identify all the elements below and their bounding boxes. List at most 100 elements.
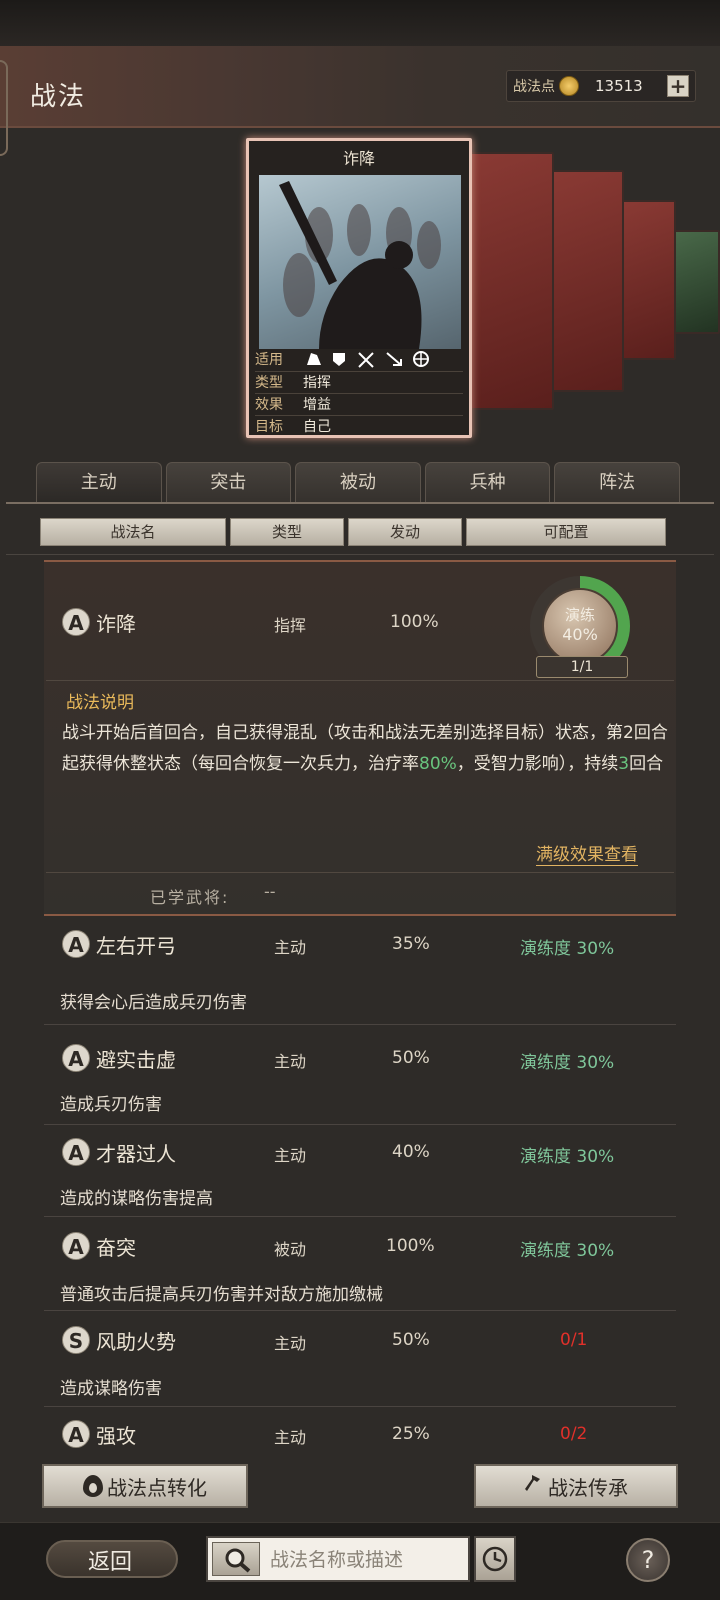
- skill-rate: 40%: [392, 1142, 430, 1162]
- card-row-value: 指挥: [303, 375, 331, 391]
- page-title: 战法: [30, 82, 87, 112]
- skill-rate: 50%: [392, 1048, 430, 1068]
- skill-name: 诈降: [96, 612, 136, 636]
- column-header-trigger[interactable]: 发动: [348, 518, 462, 546]
- grade-badge: S: [62, 1326, 90, 1354]
- skill-rate: 35%: [392, 934, 430, 954]
- skill-rate: 100%: [390, 612, 439, 632]
- card-row-effect: 效果 增益: [255, 393, 463, 415]
- divider: [44, 1310, 676, 1311]
- flame-icon: [83, 1475, 103, 1497]
- divider: [46, 872, 674, 873]
- clock-icon: [482, 1546, 508, 1572]
- practice-percent: 40%: [562, 625, 598, 644]
- inherit-skill-button[interactable]: 战法传承: [474, 1464, 678, 1508]
- card-row-key: 效果: [255, 397, 283, 413]
- card-row-type: 类型 指挥: [255, 371, 463, 393]
- skill-type: 主动: [274, 1428, 307, 1447]
- tab-formation[interactable]: 阵法: [554, 462, 680, 502]
- tab-assault[interactable]: 突击: [165, 462, 292, 502]
- learned-generals-value: --: [264, 882, 276, 901]
- skill-rate: 100%: [386, 1236, 435, 1256]
- skill-type: 主动: [274, 938, 307, 957]
- search-input[interactable]: [270, 1546, 464, 1574]
- top-band: [0, 0, 720, 46]
- unit-type-icons: [303, 349, 443, 371]
- duration-turns: 3: [618, 754, 630, 774]
- skill-rate: 50%: [392, 1330, 430, 1350]
- add-points-button[interactable]: +: [667, 75, 689, 97]
- skill-name: 左右开弓: [96, 934, 176, 958]
- skill-rate: 25%: [392, 1424, 430, 1444]
- points-value: 13513: [595, 77, 643, 95]
- tab-troop[interactable]: 兵种: [424, 462, 551, 502]
- desc-part: ，受智力影响），持续: [456, 754, 619, 774]
- practice-level: 演练度 30%: [520, 1147, 615, 1167]
- column-header-name[interactable]: 战法名: [40, 518, 226, 546]
- skill-name: 奋突: [96, 1236, 136, 1260]
- skill-description: 战斗开始后首回合，自己获得混乱（攻击和战法无差别选择目标）状态，第2回合起获得休…: [62, 718, 678, 780]
- back-button[interactable]: 返回: [46, 1534, 178, 1584]
- practice-level: 演练度 30%: [520, 939, 615, 959]
- skill-summary: 造成兵刃伤害: [60, 1095, 162, 1115]
- grade-badge: A: [62, 1232, 90, 1260]
- config-count: 0/2: [560, 1424, 588, 1444]
- skill-summary: 普通攻击后提高兵刃伤害并对敌方施加缴械: [60, 1285, 383, 1305]
- skill-name: 才器过人: [96, 1142, 176, 1166]
- card-row-key: 目标: [255, 419, 283, 435]
- card-illustration: [259, 175, 461, 349]
- desc-part: 回合: [629, 754, 664, 774]
- convert-points-button[interactable]: 战法点转化: [42, 1464, 248, 1508]
- tab-active[interactable]: 主动: [36, 462, 162, 502]
- column-header-type[interactable]: 类型: [230, 518, 344, 546]
- coin-icon: [559, 76, 579, 96]
- practice-level: 演练度 30%: [520, 1053, 615, 1073]
- skill-card-2[interactable]: [466, 152, 554, 410]
- skill-type: 主动: [274, 1146, 307, 1165]
- grade-badge: A: [62, 608, 90, 636]
- divider: [44, 1216, 676, 1217]
- card-row-key: 类型: [255, 375, 283, 391]
- skill-summary: 获得会心后造成兵刃伤害: [60, 993, 247, 1013]
- practice-level: 演练度 30%: [520, 1241, 615, 1261]
- inherit-label: 战法传承: [548, 1475, 628, 1500]
- grade-badge: A: [62, 930, 90, 958]
- help-button[interactable]: ?: [626, 1538, 670, 1582]
- header-accent: [0, 60, 8, 156]
- learned-generals-label: 已学武将:: [150, 888, 230, 907]
- search-icon[interactable]: [212, 1542, 260, 1576]
- grade-badge: A: [62, 1044, 90, 1072]
- full-level-effect-link[interactable]: 满级效果查看: [536, 840, 638, 866]
- divider: [44, 1406, 676, 1407]
- skill-summary: 造成谋略伤害: [60, 1379, 162, 1399]
- skill-type: 主动: [274, 1052, 307, 1071]
- tab-passive[interactable]: 被动: [295, 462, 421, 502]
- skill-name: 风助火势: [96, 1330, 176, 1354]
- tabs-divider: [6, 502, 714, 504]
- practice-button[interactable]: 演练 40%: [542, 588, 618, 664]
- practice-label: 演练: [564, 606, 595, 624]
- config-count: 0/1: [560, 1330, 588, 1350]
- divider: [46, 680, 674, 681]
- history-clock-button[interactable]: [474, 1536, 516, 1582]
- divider: [44, 1024, 676, 1025]
- skill-type: 被动: [274, 1240, 307, 1259]
- card-row-key: 适用: [255, 352, 283, 368]
- back-label: 返回: [88, 1550, 133, 1575]
- skill-card-4[interactable]: [616, 200, 676, 360]
- search-box: [206, 1536, 470, 1582]
- card-row-value: 增益: [303, 397, 331, 413]
- grade-badge: A: [62, 1420, 90, 1448]
- tactic-points-box: 战法点 13513 +: [506, 70, 696, 102]
- convert-label: 战法点转化: [107, 1475, 207, 1500]
- card-row-value: 自己: [303, 419, 331, 435]
- skill-card-3[interactable]: [546, 170, 624, 392]
- grade-badge: A: [62, 1138, 90, 1166]
- divider: [6, 554, 714, 555]
- selected-skill-card[interactable]: 诈降 适用 类型 指挥 效果 增益 目标 自己: [246, 138, 472, 438]
- hammer-icon: [524, 1473, 544, 1499]
- skill-name: 强攻: [96, 1424, 136, 1448]
- heal-rate: 80%: [419, 754, 457, 774]
- column-header-configurable[interactable]: 可配置: [466, 518, 666, 546]
- divider: [44, 1124, 676, 1125]
